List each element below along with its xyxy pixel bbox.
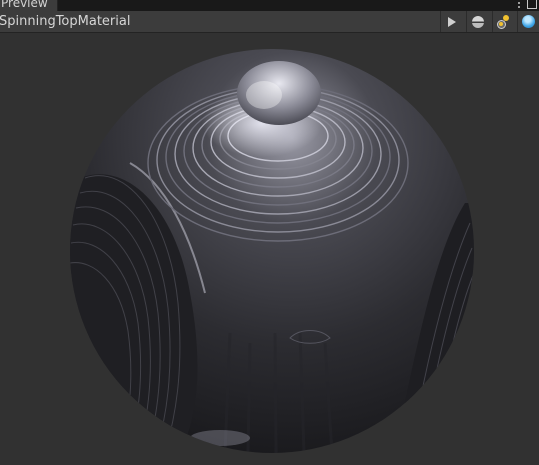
play-icon xyxy=(447,16,456,27)
preview-shape-button[interactable] xyxy=(466,11,488,32)
tab-preview[interactable]: Preview xyxy=(0,0,58,11)
maximize-icon[interactable] xyxy=(527,0,537,9)
preview-skybox-button[interactable] xyxy=(517,11,539,32)
play-button[interactable] xyxy=(440,11,462,32)
material-title: SpinningTopMaterial xyxy=(0,14,131,29)
material-preview-viewport[interactable] xyxy=(0,33,539,465)
preview-toolbar: SpinningTopMaterial xyxy=(0,11,539,33)
skybox-icon xyxy=(522,15,535,28)
lights-icon xyxy=(496,14,511,29)
material-preview-sphere xyxy=(70,49,474,453)
tab-preview-label: Preview xyxy=(1,0,48,10)
preview-lights-button[interactable] xyxy=(492,11,514,32)
window-controls xyxy=(517,0,537,11)
sphere-icon xyxy=(471,15,484,28)
kebab-menu-icon[interactable] xyxy=(517,0,521,9)
